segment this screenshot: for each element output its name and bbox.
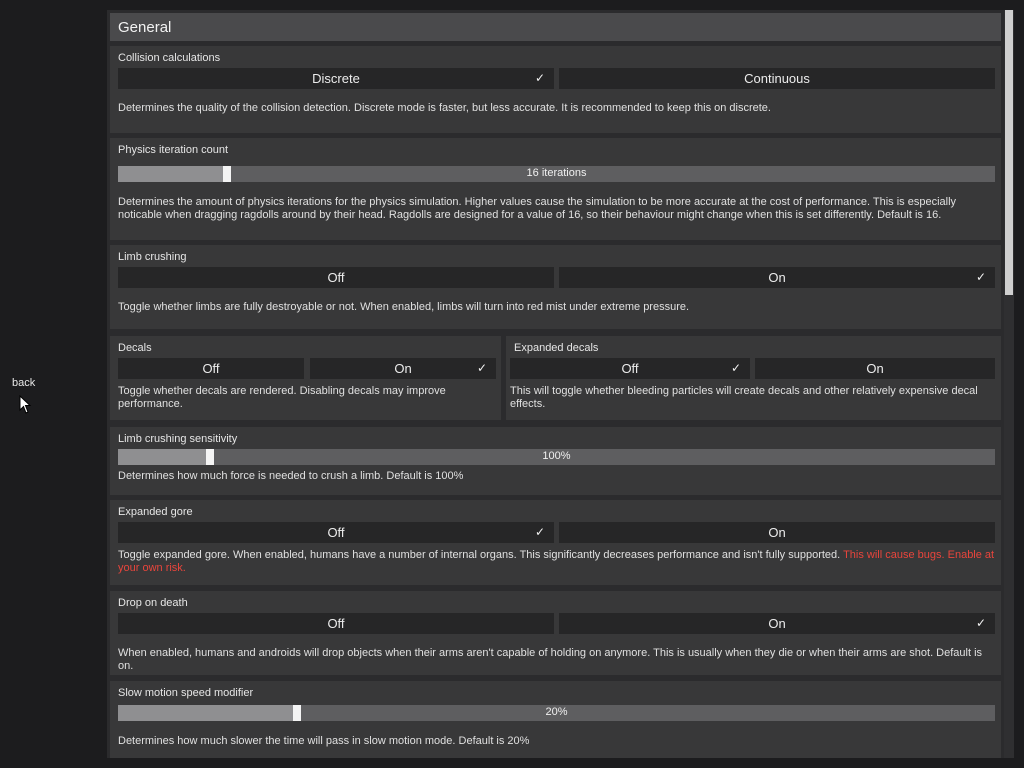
section-header: General: [110, 13, 1001, 41]
expanded-decals-title: Expanded decals: [514, 342, 599, 354]
expanded-gore-section: Expanded gore Off ✓ On Toggle expanded g…: [110, 500, 1001, 585]
limb-crushing-title: Limb crushing: [118, 251, 187, 263]
off-label: Off: [327, 616, 345, 631]
checkmark-icon: ✓: [730, 361, 741, 375]
collision-description: Determines the quality of the collision …: [118, 102, 771, 114]
checkmark-icon: ✓: [534, 525, 545, 539]
continuous-label: Continuous: [744, 71, 810, 86]
collision-continuous-button[interactable]: Continuous: [559, 68, 995, 89]
decals-off-button[interactable]: Off: [118, 358, 304, 379]
expanded-decals-on-button[interactable]: On: [755, 358, 995, 379]
scrollbar-thumb[interactable]: [1005, 10, 1013, 295]
slowmo-description: Determines how much slower the time will…: [118, 735, 530, 747]
collision-section: Collision calculations Discrete ✓ Contin…: [110, 46, 1001, 133]
iterations-title: Physics iteration count: [118, 144, 229, 156]
header-title: General: [118, 19, 172, 36]
off-label: Off: [621, 361, 639, 376]
crush-sensitivity-value: 100%: [542, 450, 571, 462]
mouse-cursor-icon: [19, 395, 32, 414]
iterations-section: Physics iteration count 16 iterations De…: [110, 138, 1001, 240]
crush-sensitivity-slider[interactable]: 100%: [118, 449, 995, 465]
slowmo-slider[interactable]: 20%: [118, 705, 995, 721]
checkmark-icon: ✓: [534, 71, 545, 85]
collision-title: Collision calculations: [118, 52, 221, 64]
decals-on-button[interactable]: On ✓: [310, 358, 496, 379]
settings-panel: General Collision calculations Discrete …: [107, 10, 1004, 758]
on-label: On: [866, 361, 884, 376]
checkmark-icon: ✓: [476, 361, 487, 375]
limb-crushing-on-button[interactable]: On ✓: [559, 267, 995, 288]
expanded-gore-off-button[interactable]: Off ✓: [118, 522, 554, 543]
on-label: On: [768, 270, 786, 285]
expanded-decals-description: This will toggle whether bleeding partic…: [510, 385, 978, 410]
expanded-decals-section: Expanded decals Off ✓ On This will toggl…: [506, 336, 1001, 420]
iterations-value: 16 iterations: [526, 167, 587, 179]
slowmo-section: Slow motion speed modifier 20% Determine…: [110, 681, 1001, 758]
drop-on-death-on-button[interactable]: On ✓: [559, 613, 995, 634]
off-label: Off: [327, 525, 345, 540]
limb-crushing-off-button[interactable]: Off: [118, 267, 554, 288]
decals-section: Decals Off On ✓ Toggle whether decals ar…: [110, 336, 501, 420]
checkmark-icon: ✓: [975, 270, 986, 284]
drop-on-death-description: When enabled, humans and androids will d…: [118, 647, 983, 672]
decals-title: Decals: [118, 342, 152, 354]
expanded-gore-description: Toggle expanded gore. When enabled, huma…: [118, 549, 998, 575]
limb-crushing-description: Toggle whether limbs are fully destroyab…: [118, 301, 690, 313]
collision-discrete-button[interactable]: Discrete ✓: [118, 68, 554, 89]
drop-on-death-title: Drop on death: [118, 597, 188, 609]
crush-sensitivity-section: Limb crushing sensitivity 100% Determine…: [110, 427, 1001, 495]
back-button[interactable]: back: [12, 377, 35, 389]
off-label: Off: [202, 361, 220, 376]
drop-on-death-section: Drop on death Off On ✓ When enabled, hum…: [110, 591, 1001, 675]
decals-description: Toggle whether decals are rendered. Disa…: [118, 385, 446, 410]
crush-sensitivity-description: Determines how much force is needed to c…: [118, 470, 464, 482]
expanded-gore-title: Expanded gore: [118, 506, 193, 518]
off-label: Off: [327, 270, 345, 285]
on-label: On: [768, 525, 786, 540]
gore-desc-text: Toggle expanded gore. When enabled, huma…: [118, 549, 841, 561]
iterations-slider[interactable]: 16 iterations: [118, 166, 995, 182]
expanded-gore-on-button[interactable]: On: [559, 522, 995, 543]
drop-on-death-off-button[interactable]: Off: [118, 613, 554, 634]
checkmark-icon: ✓: [975, 616, 986, 630]
limb-crushing-section: Limb crushing Off On ✓ Toggle whether li…: [110, 245, 1001, 329]
iterations-description: Determines the amount of physics iterati…: [118, 196, 957, 221]
expanded-decals-off-button[interactable]: Off ✓: [510, 358, 750, 379]
on-label: On: [394, 361, 412, 376]
slowmo-value: 20%: [545, 706, 568, 718]
scrollbar[interactable]: [1004, 10, 1014, 758]
discrete-label: Discrete: [312, 71, 360, 86]
on-label: On: [768, 616, 786, 631]
crush-sensitivity-title: Limb crushing sensitivity: [118, 433, 238, 445]
slowmo-title: Slow motion speed modifier: [118, 687, 254, 699]
